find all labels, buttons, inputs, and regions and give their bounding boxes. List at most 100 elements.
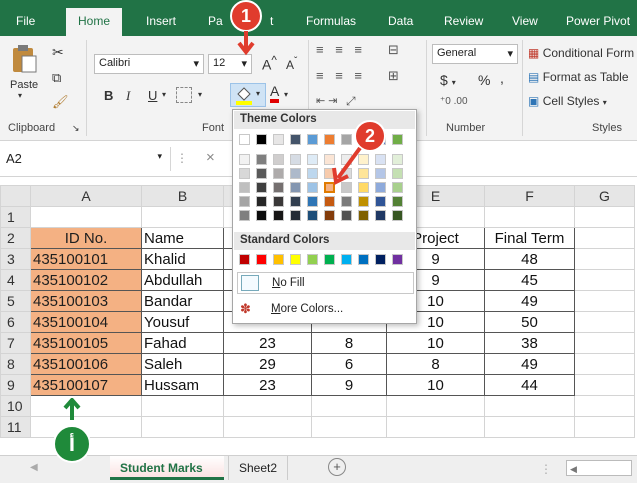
number-format-select[interactable]: General ▾ xyxy=(432,44,518,64)
color-swatch[interactable] xyxy=(307,196,318,207)
color-swatch[interactable] xyxy=(239,254,250,265)
color-swatch[interactable] xyxy=(307,182,318,193)
color-swatch[interactable] xyxy=(392,254,403,265)
color-swatch[interactable] xyxy=(358,210,369,221)
color-swatch[interactable] xyxy=(256,134,267,145)
color-swatch[interactable] xyxy=(307,254,318,265)
name-box[interactable]: A2 ▾ xyxy=(6,151,162,169)
cell[interactable]: 435100102 xyxy=(30,269,142,291)
font-color-button[interactable]: A xyxy=(270,84,280,103)
cell[interactable] xyxy=(574,353,635,375)
color-swatch[interactable] xyxy=(273,196,284,207)
color-swatch[interactable] xyxy=(273,210,284,221)
cell[interactable]: 435100105 xyxy=(30,332,142,354)
cell[interactable]: 10 xyxy=(386,332,485,354)
cell[interactable]: ID No. xyxy=(30,227,142,249)
color-swatch[interactable] xyxy=(239,134,250,145)
cell[interactable]: 23 xyxy=(223,332,312,354)
select-all-corner[interactable] xyxy=(0,185,31,207)
column-header[interactable]: A xyxy=(30,185,142,207)
row-header[interactable]: 8 xyxy=(0,353,31,375)
cell[interactable] xyxy=(141,206,224,228)
cell[interactable] xyxy=(141,416,224,438)
cell[interactable]: 6 xyxy=(311,353,387,375)
format-as-table-button[interactable]: ▤ Format as Table xyxy=(528,70,629,84)
chevron-down-icon[interactable]: ▾ xyxy=(284,90,288,99)
horizontal-align-icons[interactable]: ≡ ≡ ≡ xyxy=(316,68,366,83)
color-swatch[interactable] xyxy=(239,196,250,207)
color-swatch[interactable] xyxy=(290,196,301,207)
color-swatch[interactable] xyxy=(290,168,301,179)
cell[interactable] xyxy=(574,395,635,417)
cell[interactable]: Fahad xyxy=(141,332,224,354)
cut-icon[interactable]: ✂ xyxy=(52,44,64,61)
cell[interactable]: 435100106 xyxy=(30,353,142,375)
cell[interactable]: Final Term xyxy=(484,227,575,249)
cell[interactable]: Abdullah xyxy=(141,269,224,291)
color-swatch[interactable] xyxy=(290,210,301,221)
color-swatch[interactable] xyxy=(273,154,284,165)
cell[interactable] xyxy=(386,395,485,417)
color-swatch[interactable] xyxy=(307,168,318,179)
tab-view[interactable]: View xyxy=(512,14,538,28)
color-swatch[interactable] xyxy=(256,182,267,193)
color-swatch[interactable] xyxy=(256,254,267,265)
paste-button[interactable]: Paste ▾ xyxy=(10,44,44,104)
row-header[interactable]: 9 xyxy=(0,374,31,396)
color-swatch[interactable] xyxy=(273,168,284,179)
scroll-left-icon[interactable]: ◀ xyxy=(30,462,38,473)
comma-button[interactable]: , xyxy=(500,70,504,86)
color-swatch[interactable] xyxy=(375,254,386,265)
cell[interactable] xyxy=(311,395,387,417)
cell[interactable]: 435100104 xyxy=(30,311,142,333)
cell[interactable]: Saleh xyxy=(141,353,224,375)
cell[interactable] xyxy=(574,248,635,270)
row-header[interactable]: 5 xyxy=(0,290,31,312)
color-swatch[interactable] xyxy=(273,134,284,145)
tab-file[interactable]: File xyxy=(16,14,35,28)
cell[interactable]: 45 xyxy=(484,269,575,291)
cell[interactable] xyxy=(223,416,312,438)
color-swatch[interactable] xyxy=(324,210,335,221)
cell[interactable] xyxy=(574,332,635,354)
color-swatch[interactable] xyxy=(341,196,352,207)
row-header[interactable]: 11 xyxy=(0,416,31,438)
color-swatch[interactable] xyxy=(239,210,250,221)
italic-button[interactable]: I xyxy=(126,88,130,104)
more-colors-option[interactable]: ✽ More Colors... xyxy=(237,300,414,320)
color-swatch[interactable] xyxy=(341,254,352,265)
color-swatch[interactable] xyxy=(307,134,318,145)
chevron-down-icon[interactable]: ▾ xyxy=(198,90,202,99)
color-swatch[interactable] xyxy=(290,254,301,265)
cell[interactable]: 435100101 xyxy=(30,248,142,270)
no-fill-option[interactable]: No Fill xyxy=(237,272,414,294)
row-header[interactable]: 2 xyxy=(0,227,31,249)
color-swatch[interactable] xyxy=(358,196,369,207)
bold-button[interactable]: B xyxy=(104,88,113,103)
cell[interactable]: Khalid xyxy=(141,248,224,270)
color-swatch[interactable] xyxy=(307,210,318,221)
cell[interactable] xyxy=(386,416,485,438)
tab-page-layout-start[interactable]: Pa xyxy=(208,14,223,28)
cell[interactable]: 435100107 xyxy=(30,374,142,396)
format-painter-icon[interactable]: 🖌 xyxy=(52,94,69,110)
color-swatch[interactable] xyxy=(341,210,352,221)
color-swatch[interactable] xyxy=(392,196,403,207)
cell[interactable] xyxy=(574,311,635,333)
cell[interactable]: 435100103 xyxy=(30,290,142,312)
indent-icons[interactable]: ⇤ ⇥ xyxy=(316,94,338,107)
column-header[interactable]: B xyxy=(141,185,224,207)
chevron-down-icon[interactable]: ▾ xyxy=(162,90,166,99)
copy-icon[interactable]: ⧉ xyxy=(52,70,61,86)
cell[interactable] xyxy=(574,227,635,249)
cell[interactable]: 8 xyxy=(386,353,485,375)
row-header[interactable]: 7 xyxy=(0,332,31,354)
cell[interactable]: 23 xyxy=(223,374,312,396)
color-swatch[interactable] xyxy=(392,134,403,145)
color-swatch[interactable] xyxy=(273,254,284,265)
cell[interactable] xyxy=(484,206,575,228)
color-swatch[interactable] xyxy=(290,182,301,193)
cell[interactable]: Yousuf xyxy=(141,311,224,333)
wrap-text-icon[interactable]: ⊟ xyxy=(388,42,399,58)
sheet-tab-sheet2[interactable]: Sheet2 xyxy=(228,456,289,480)
